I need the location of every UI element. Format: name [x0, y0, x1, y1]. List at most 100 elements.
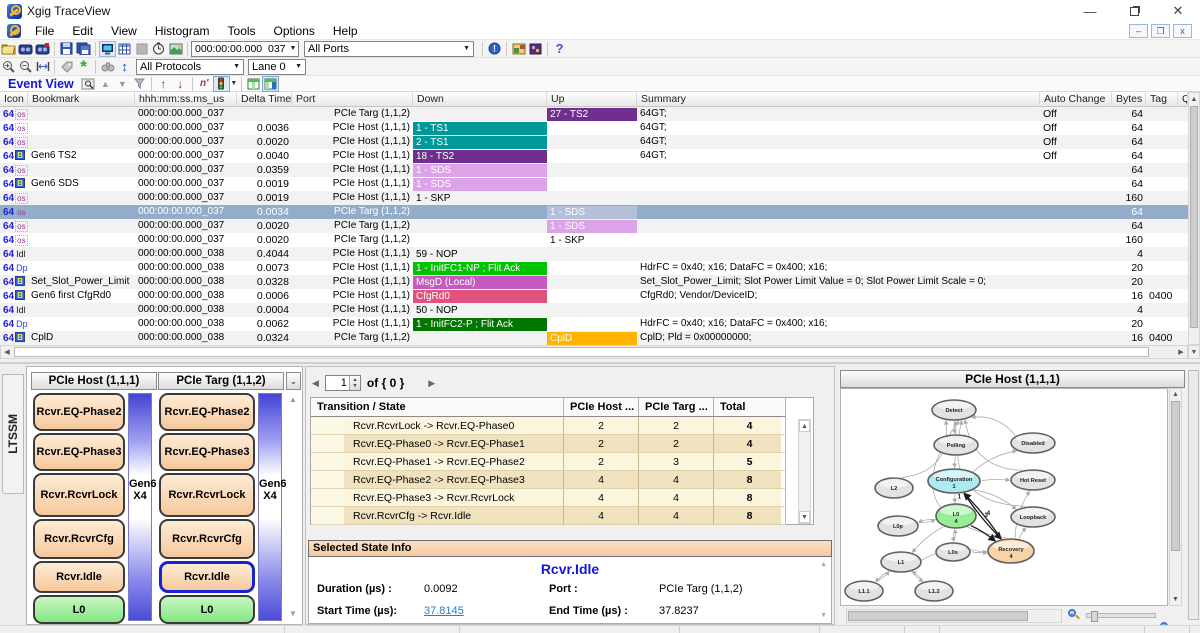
- column-header-down[interactable]: Down: [413, 92, 547, 107]
- ltssm-scroll-up-icon[interactable]: ▲: [289, 395, 297, 404]
- column-header-delta[interactable]: Delta Time: [237, 92, 292, 107]
- column-header-up[interactable]: Up: [547, 92, 637, 107]
- column-header-port[interactable]: Port: [292, 92, 413, 107]
- state-node-l0s[interactable]: L0s: [936, 543, 970, 561]
- transition-row[interactable]: Rcvr.EQ-Phase2 -> Rcvr.EQ-Phase3448: [311, 471, 781, 489]
- transition-column-header[interactable]: PCIe Host ...: [564, 398, 639, 417]
- column-header-qu[interactable]: Qu: [1178, 92, 1188, 107]
- ltssm-state-rcvr-eq-phase3[interactable]: Rcvr.EQ-Phase3: [33, 433, 125, 471]
- state-node-polling[interactable]: Polling: [934, 435, 978, 455]
- state-node-l2[interactable]: L2: [875, 478, 913, 498]
- protocols-dropdown-icon[interactable]: ▼: [229, 63, 240, 70]
- transition-column-header[interactable]: Transition / State: [311, 398, 564, 417]
- state-node-loopback[interactable]: Loopback: [1011, 507, 1055, 527]
- event-row[interactable]: 64BSet_Slot_Power_Limit000:00:00.000_038…: [0, 275, 1188, 289]
- transition-column-header[interactable]: Total: [714, 398, 786, 417]
- trigger-view-icon[interactable]: [213, 76, 230, 92]
- state-node-l11[interactable]: L1.1: [845, 581, 883, 601]
- event-table-vscroll-down-icon[interactable]: ▼: [1188, 345, 1200, 359]
- time-jump-dropdown-icon[interactable]: ▼: [286, 45, 297, 52]
- transition-row[interactable]: Rcvr.RcvrLock -> Rcvr.EQ-Phase0224: [311, 417, 781, 435]
- page-next-icon[interactable]: ▶: [428, 378, 435, 389]
- diagram-vscrollbar[interactable]: ▲ ▼: [1169, 388, 1182, 606]
- open-trace-icon[interactable]: [17, 41, 34, 57]
- transition-row[interactable]: Rcvr.RcvrCfg -> Rcvr.Idle448: [311, 507, 781, 525]
- ltssm-state-rcvr-eq-phase3[interactable]: Rcvr.EQ-Phase3: [159, 433, 255, 471]
- event-row[interactable]: 64os000:00:00.000_0370.0020PCIe Targ (1,…: [0, 233, 1188, 247]
- diagram-zoom-out-icon[interactable]: -: [1068, 609, 1081, 622]
- timer-icon[interactable]: [150, 41, 167, 57]
- state-node-l12[interactable]: L1.2: [915, 581, 953, 601]
- event-row[interactable]: 64os000:00:00.000_0370.0020PCIe Targ (1,…: [0, 219, 1188, 233]
- grid-view-icon[interactable]: [116, 41, 133, 57]
- ltssm-state-l0[interactable]: L0: [33, 595, 125, 624]
- menu-histogram[interactable]: Histogram: [146, 22, 219, 39]
- event-table-header[interactable]: IconBookmarkhhh:mm:ss.ms_usDelta TimePor…: [0, 92, 1188, 107]
- zoom-out-icon[interactable]: [17, 59, 34, 75]
- open-file-icon[interactable]: [0, 41, 17, 57]
- zoom-in-icon[interactable]: [0, 59, 17, 75]
- diagram-zoom-slider[interactable]: [1086, 613, 1156, 618]
- event-table-hscrollbar[interactable]: ◀ ▶: [0, 345, 1188, 359]
- event-row[interactable]: 64Dp000:00:00.000_0380.0062PCIe Host (1,…: [0, 317, 1188, 331]
- color-settings-icon[interactable]: [510, 41, 527, 57]
- menu-view[interactable]: View: [102, 22, 146, 39]
- help-icon[interactable]: ?: [551, 41, 568, 57]
- state-diagram-canvas[interactable]: 134DetectPollingDisabledConfiguration1Ho…: [840, 388, 1168, 606]
- column-header-icon[interactable]: Icon: [0, 92, 28, 107]
- transition-row[interactable]: Rcvr.EQ-Phase1 -> Rcvr.EQ-Phase2235: [311, 453, 781, 471]
- page-spin-icons[interactable]: ▲▼: [349, 376, 360, 390]
- ports-dropdown-icon[interactable]: ▼: [459, 45, 470, 52]
- ltssm-state-rcvr-idle[interactable]: Rcvr.Idle: [159, 561, 255, 593]
- menu-edit[interactable]: Edit: [63, 22, 102, 39]
- event-row[interactable]: 64os000:00:00.000_0370.0359PCIe Host (1,…: [0, 163, 1188, 177]
- page-spinbox[interactable]: 1 ▲▼: [325, 375, 361, 391]
- event-row[interactable]: 64BGen6 TS2000:00:00.000_0370.0040PCIe H…: [0, 149, 1188, 163]
- event-row[interactable]: 64os000:00:00.000_037PCIe Targ (1,1,2)27…: [0, 107, 1188, 121]
- column-header-ac[interactable]: Auto Change: [1040, 92, 1112, 107]
- lane-select[interactable]: Lane 0 ▼: [248, 59, 306, 75]
- state-node-detect[interactable]: Detect: [932, 400, 976, 420]
- event-row[interactable]: 64os000:00:00.000_0370.0020PCIe Host (1,…: [0, 135, 1188, 149]
- menu-options[interactable]: Options: [265, 22, 324, 39]
- event-table-vscrollbar[interactable]: ▲: [1188, 92, 1200, 345]
- column-header-bookmark[interactable]: Bookmark: [28, 92, 135, 107]
- fit-width-icon[interactable]: [34, 59, 51, 75]
- transition-column-header[interactable]: PCIe Targ ...: [639, 398, 714, 417]
- column-config-icon[interactable]: [262, 76, 279, 92]
- ports-select[interactable]: All Ports ▼: [304, 41, 474, 57]
- state-node-hotreset[interactable]: Hot Reset: [1011, 470, 1055, 490]
- goto-nth-icon[interactable]: nʹ: [196, 76, 213, 92]
- event-row[interactable]: 64os000:00:00.000_0370.0034PCIe Targ (1,…: [0, 205, 1188, 219]
- ltssm-host-header[interactable]: PCIe Host (1,1,1): [31, 372, 157, 390]
- close-button[interactable]: ✕: [1156, 0, 1200, 22]
- column-header-time[interactable]: hhh:mm:ss.ms_us: [135, 92, 237, 107]
- event-info-icon[interactable]: !: [486, 41, 503, 57]
- event-row[interactable]: 64os000:00:00.000_0370.0036PCIe Host (1,…: [0, 121, 1188, 135]
- ltssm-targ-header[interactable]: PCIe Targ (1,1,2): [158, 372, 284, 390]
- save-icon[interactable]: [58, 41, 75, 57]
- ltssm-state-rcvr-rcvrlock[interactable]: Rcvr.RcvrLock: [159, 473, 255, 517]
- next-trigger-icon[interactable]: ↓: [172, 76, 189, 92]
- state-node-l1[interactable]: L1: [881, 552, 921, 572]
- collapsed-panel-tab[interactable]: [1188, 370, 1199, 620]
- state-info-scroll-up-icon[interactable]: ▲: [820, 561, 827, 568]
- capture-settings-icon[interactable]: [99, 41, 116, 57]
- mdi-close-button[interactable]: x: [1173, 24, 1192, 38]
- page-prev-icon[interactable]: ◀: [312, 378, 319, 389]
- ltssm-header-dropdown-icon[interactable]: ⌄: [286, 372, 301, 390]
- state-node-recovery[interactable]: Recovery4: [988, 539, 1034, 563]
- transition-table-vscrollbar[interactable]: ▲ ▼: [798, 419, 811, 524]
- ltssm-scroll-down-icon[interactable]: ▼: [289, 609, 297, 618]
- ltssm-state-rcvr-rcvrcfg[interactable]: Rcvr.RcvrCfg: [159, 519, 255, 559]
- image-export-icon[interactable]: [167, 41, 184, 57]
- protocols-select[interactable]: All Protocols ▼: [136, 59, 244, 75]
- event-row[interactable]: 64os000:00:00.000_0370.0019PCIe Host (1,…: [0, 191, 1188, 205]
- ltssm-state-rcvr-eq-phase2[interactable]: Rcvr.EQ-Phase2: [33, 393, 125, 431]
- column-view-icon[interactable]: [245, 76, 262, 92]
- trigger-view-dropdown-icon[interactable]: ▼: [230, 76, 238, 92]
- event-row[interactable]: 64Dp000:00:00.000_0380.0073PCIe Host (1,…: [0, 261, 1188, 275]
- mdi-restore-button[interactable]: ❐: [1151, 24, 1170, 38]
- diagram-hscrollbar[interactable]: [846, 609, 1062, 623]
- column-header-tag[interactable]: Tag: [1146, 92, 1178, 107]
